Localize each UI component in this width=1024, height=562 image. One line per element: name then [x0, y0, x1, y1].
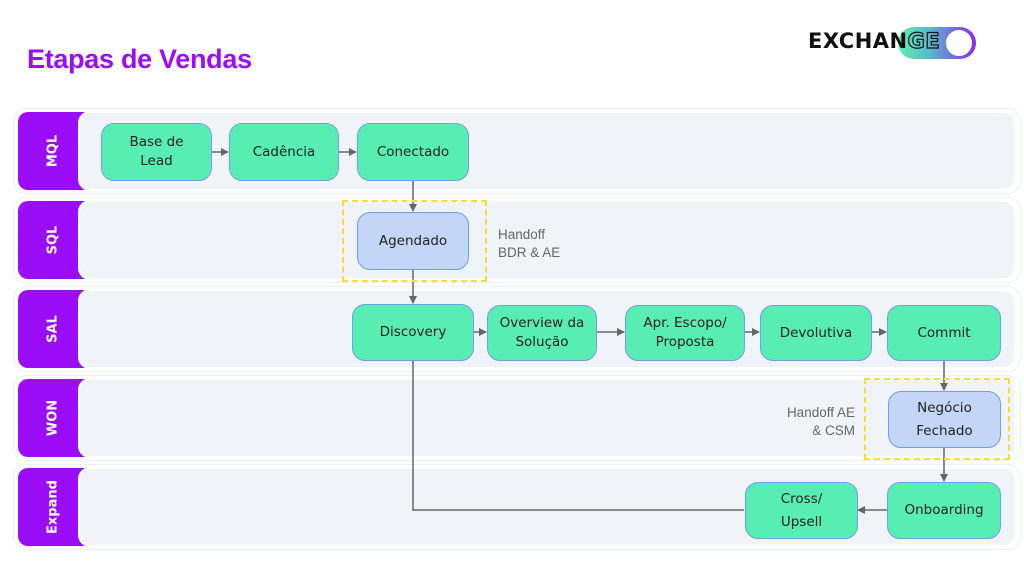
stage-conectado[interactable]: Conectado — [357, 123, 469, 181]
stage-onboarding[interactable]: Onboarding — [887, 482, 1001, 539]
line-discovery-to-cross — [412, 360, 744, 511]
stage-cross-upsell[interactable]: Cross/ Upsell — [745, 482, 858, 539]
note-handoff-bdr-ae: Handoff BDR & AE — [498, 227, 561, 261]
stage-agendado[interactable]: Agendado — [357, 212, 469, 270]
stage-apr-escopo-proposta[interactable]: Apr. Escopo/ Proposta — [625, 305, 745, 361]
stage-overview-da-solucao[interactable]: Overview da Solução — [487, 305, 597, 361]
stage-cadencia[interactable]: Cadência — [229, 123, 339, 181]
stage-base-de-lead[interactable]: Base de Lead — [101, 123, 212, 181]
stage-devolutiva[interactable]: Devolutiva — [760, 305, 872, 361]
stage-commit[interactable]: Commit — [887, 305, 1001, 361]
note-handoff-ae-csm: Handoff AE & CSM — [786, 405, 855, 439]
stage-negocio-fechado[interactable]: Negócio Fechado — [888, 391, 1001, 448]
connectors — [212, 148, 948, 514]
stage-discovery[interactable]: Discovery — [352, 304, 474, 361]
